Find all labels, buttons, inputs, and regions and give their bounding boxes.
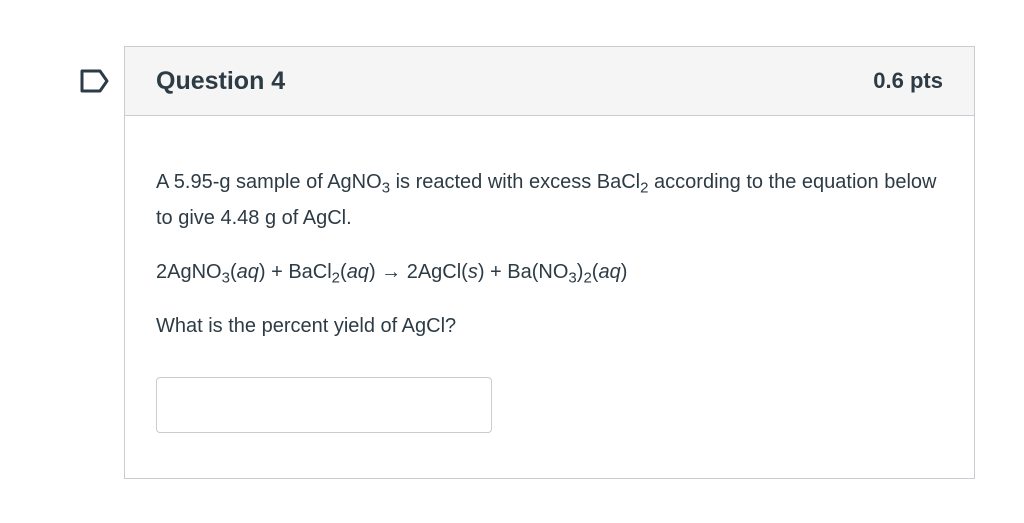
- question-card: Question 4 0.6 pts A 5.95-g sample of Ag…: [124, 46, 975, 479]
- bookmark-flag-icon[interactable]: [80, 69, 110, 93]
- question-body: A 5.95-g sample of AgNO3 is reacted with…: [125, 116, 974, 344]
- question-prompt: What is the percent yield of AgCl?: [156, 315, 457, 337]
- question-header: Question 4 0.6 pts: [125, 47, 974, 116]
- question-title: Question 4: [156, 66, 286, 95]
- chemical-equation: 2AgNO3(aq) + BaCl2(aq) → 2AgCl(s) + Ba(N…: [156, 261, 628, 287]
- answer-input[interactable]: [156, 377, 492, 433]
- question-points: 0.6 pts: [873, 68, 943, 93]
- question-text: A 5.95-g sample of AgNO3 is reacted with…: [156, 171, 937, 229]
